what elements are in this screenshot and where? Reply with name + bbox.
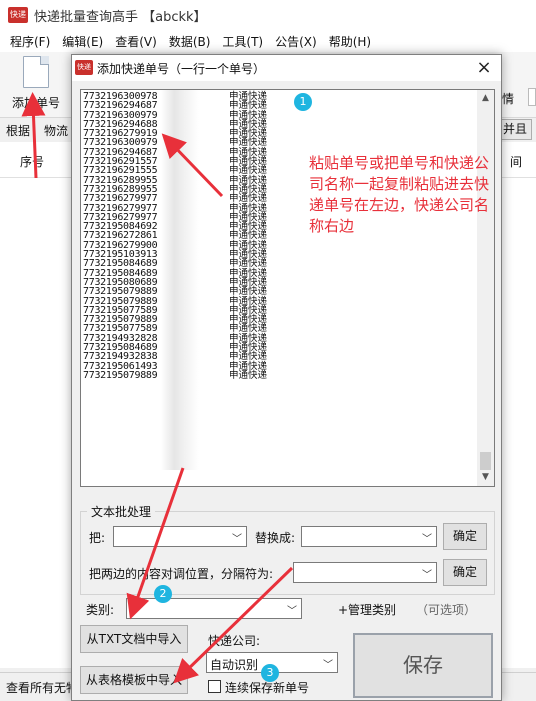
menu-notice[interactable]: 公告(X) (269, 33, 323, 50)
filter-label-logistics[interactable]: 物流 (44, 122, 68, 139)
auto-save-label: 连续保存新单号 (225, 681, 310, 695)
confirm-replace-button[interactable]: 确定 (443, 523, 487, 550)
separator-combo[interactable]: ﹀ (293, 562, 437, 583)
chevron-down-icon: ﹀ (232, 534, 242, 545)
filter-label-by: 根据 (6, 124, 31, 138)
app-logo-icon: 快递 (8, 7, 28, 23)
swap-label: 把两边的内容对调位置，分隔符为: (89, 567, 274, 581)
courier-value: 自动识别 (210, 658, 259, 672)
dialog-title: 添加快递单号（一行一个单号） (97, 62, 266, 76)
toolbar-right-box (528, 88, 536, 106)
scroll-down-icon[interactable]: ▼ (477, 469, 494, 486)
chevron-down-icon: ﹀ (422, 534, 432, 545)
menu-bar: 程序(F) 编辑(E) 查看(V) 数据(B) 工具(T) 公告(X) 帮助(H… (0, 30, 536, 52)
menu-tools[interactable]: 工具(T) (216, 33, 269, 50)
step-badge-1: 1 (294, 93, 312, 111)
manage-category-link[interactable]: +管理类别 (338, 601, 396, 618)
optional-hint: （可选项） (416, 603, 477, 617)
menu-data[interactable]: 数据(B) (163, 33, 217, 50)
replace-from-label: 把: (89, 531, 106, 545)
courier-name: 申通快递 (229, 369, 268, 381)
batch-process-group: 文本批处理 把: ﹀ 替换成: ﹀ 确定 把两边的内容对调位置，分隔符为: ﹀ … (80, 503, 495, 595)
category-combo[interactable]: ﹀ (126, 598, 302, 619)
import-txt-button[interactable]: 从TXT文档中导入 (80, 625, 188, 653)
chevron-down-icon: ﹀ (422, 570, 432, 581)
step-badge-2: 2 (154, 585, 172, 603)
filter-and-button[interactable]: 并且 (498, 119, 532, 140)
replace-to-label: 替换成: (255, 531, 296, 545)
document-icon (23, 56, 49, 88)
main-title-bar: 快递 快递批量查询高手 【abckk】 (0, 0, 536, 30)
batch-group-title: 文本批处理 (87, 503, 156, 520)
add-tracking-dialog: 快递 添加快递单号（一行一个单号） × 7732196300978 申通快递 773… (71, 54, 502, 701)
dialog-title-bar: 快递 添加快递单号（一行一个单号） × (72, 55, 501, 81)
close-icon[interactable]: × (467, 55, 501, 81)
redaction-blur (161, 90, 199, 470)
scroll-thumb[interactable] (480, 452, 491, 470)
column-header-no[interactable]: 序号 (20, 153, 44, 170)
menu-edit[interactable]: 编辑(E) (56, 33, 109, 50)
menu-view[interactable]: 查看(V) (109, 33, 163, 50)
tracking-numbers-textarea[interactable]: 7732196300978 申通快递 7732196294687 申通快递 773219… (80, 89, 495, 487)
column-header-time[interactable]: 间 (510, 153, 522, 170)
scroll-up-icon[interactable]: ▲ (477, 90, 494, 107)
confirm-swap-button[interactable]: 确定 (443, 559, 487, 586)
dialog-logo-icon: 快递 (75, 60, 93, 75)
courier-label: 快递公司: (208, 634, 261, 648)
instruction-annotation: 粘贴单号或把单号和快递公司名称一起复制粘贴进去快递单号在左边，快递公司名称右边 (309, 154, 490, 235)
menu-help[interactable]: 帮助(H) (323, 33, 377, 50)
auto-save-checkbox[interactable] (208, 680, 221, 693)
chevron-down-icon: ﹀ (287, 606, 297, 617)
import-excel-button[interactable]: 从表格模板中导入 (80, 666, 188, 694)
replace-to-combo[interactable]: ﹀ (301, 526, 437, 547)
add-number-button[interactable]: 添加单号 (8, 56, 64, 111)
tracking-lines: 7732196300978 申通快递 7732196294687 申通快递 773219… (83, 91, 267, 381)
main-window-title: 快递批量查询高手 【abckk】 (34, 9, 207, 25)
toolbar-details-button[interactable]: 情 (502, 90, 514, 107)
tracking-number: 7732195079889 (83, 369, 158, 381)
save-button[interactable]: 保存 (353, 633, 493, 698)
category-label: 类别: (86, 603, 115, 617)
chevron-down-icon: ﹀ (323, 660, 333, 671)
status-text: 查看所有无物 (6, 681, 79, 695)
replace-from-combo[interactable]: ﹀ (113, 526, 247, 547)
tracking-line: 7732195079889 申通快递 (83, 369, 267, 381)
menu-program[interactable]: 程序(F) (4, 33, 56, 50)
add-number-label: 添加单号 (11, 96, 60, 110)
textarea-scrollbar[interactable]: ▲ ▼ (477, 90, 494, 486)
